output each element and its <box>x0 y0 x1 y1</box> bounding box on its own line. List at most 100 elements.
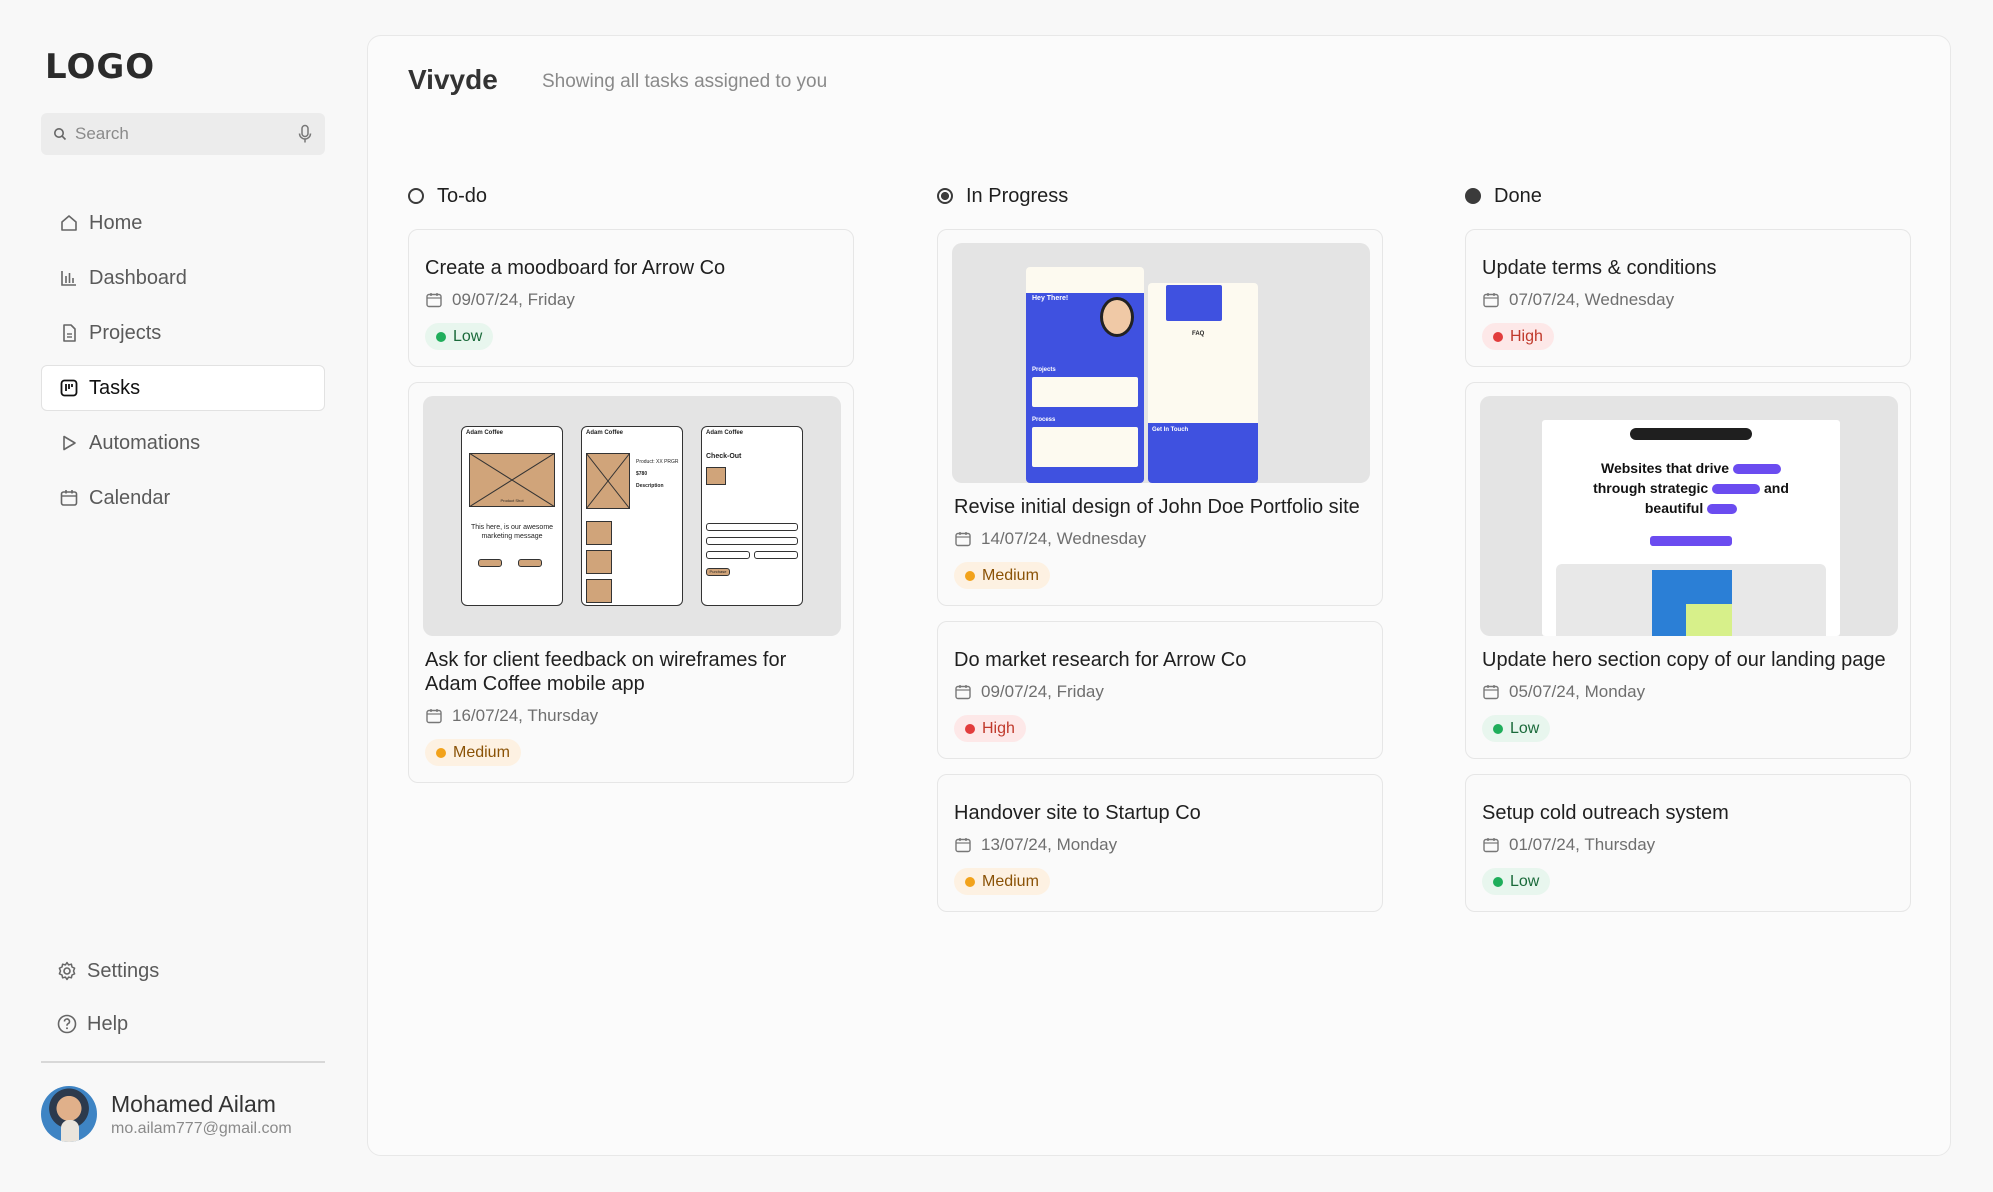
task-date-text: 01/07/24, Thursday <box>1509 835 1656 854</box>
nav-item-label: Help <box>87 1012 129 1035</box>
calendar-icon <box>426 709 442 724</box>
portfolio-project-grid <box>1032 377 1138 407</box>
wireframe-field <box>706 551 750 559</box>
task-card[interactable]: Hey There! Projects Process FAQ Get In T… <box>937 229 1383 606</box>
main-nav: Home Dashboard Projects Tasks Automation… <box>41 200 325 530</box>
task-date: 01/07/24, Thursday <box>1482 835 1894 855</box>
avatar[interactable] <box>41 1086 97 1142</box>
priority-label: Medium <box>982 872 1039 890</box>
task-date-text: 16/07/24, Thursday <box>452 706 599 725</box>
priority-badge: Low <box>1482 715 1551 742</box>
priority-dot <box>965 723 975 734</box>
landing-page-thumbnail: Websites that drive through strategic an… <box>1480 396 1898 636</box>
portfolio-section-label: FAQ <box>1192 331 1205 337</box>
wireframe-section: Description <box>636 483 664 489</box>
column-header: To-do <box>408 181 854 211</box>
task-date-text: 07/07/24, Wednesday <box>1509 290 1675 309</box>
nav-item-automations[interactable]: Automations <box>41 420 325 466</box>
wireframe-marketing-text: This here, is our awesome marketing mess… <box>470 524 554 540</box>
nav-item-dashboard[interactable]: Dashboard <box>41 255 325 301</box>
calendar-icon <box>1483 838 1499 853</box>
landing-cta <box>1650 536 1732 546</box>
portfolio-section-label: Projects <box>1032 367 1056 373</box>
task-date-text: 09/07/24, Friday <box>981 682 1104 701</box>
headline-line: Websites that drive <box>1600 460 1730 476</box>
image-placeholder <box>586 579 612 603</box>
nav-item-help[interactable]: Help <box>41 1001 325 1047</box>
task-title: Update hero section copy of our landing … <box>1482 649 1886 671</box>
task-title: Update terms & conditions <box>1482 257 1717 279</box>
nav-item-calendar[interactable]: Calendar <box>41 475 325 521</box>
task-card[interactable]: Do market research for Arrow Co 09/07/24… <box>937 621 1383 759</box>
priority-badge: Medium <box>425 739 521 766</box>
task-date-text: 13/07/24, Monday <box>981 835 1118 854</box>
task-date: 16/07/24, Thursday <box>425 706 837 726</box>
priority-label: High <box>982 719 1015 737</box>
sidebar-divider <box>41 1061 325 1063</box>
headline-line: beautiful <box>1644 500 1704 516</box>
task-card[interactable]: Adam Coffee Product Shot This here, is o… <box>408 382 854 783</box>
task-date-text: 05/07/24, Monday <box>1509 682 1646 701</box>
headline-pill <box>1707 504 1738 515</box>
nav-item-label: Automations <box>89 431 201 454</box>
task-date: 05/07/24, Monday <box>1482 682 1894 702</box>
landing-showcase <box>1556 564 1826 636</box>
portfolio-section-label: Get In Touch <box>1152 427 1189 433</box>
nav-item-tasks[interactable]: Tasks <box>41 365 325 411</box>
portfolio-page-left: Hey There! Projects Process <box>1026 267 1144 483</box>
wireframe-thumbnail: Adam Coffee Product Shot This here, is o… <box>423 396 841 636</box>
portfolio-page-right: FAQ Get In Touch <box>1148 283 1258 483</box>
task-card[interactable]: Update terms & conditions 07/07/24, Wedn… <box>1465 229 1911 367</box>
search-input[interactable] <box>75 124 297 144</box>
wireframe-heading: Check-Out <box>706 453 742 460</box>
priority-badge: High <box>1482 323 1554 350</box>
priority-badge: High <box>954 715 1026 742</box>
search-bar[interactable] <box>41 113 325 155</box>
wireframe-brand: Adam Coffee <box>466 430 504 436</box>
wireframe-button <box>478 559 502 567</box>
priority-dot <box>965 876 975 887</box>
nav-item-projects[interactable]: Projects <box>41 310 325 356</box>
nav-item-label: Dashboard <box>89 266 187 289</box>
priority-dot <box>1493 331 1503 342</box>
priority-label: High <box>1510 327 1543 345</box>
priority-badge: Medium <box>954 562 1050 589</box>
microphone-icon[interactable] <box>297 124 313 144</box>
priority-label: Low <box>1510 872 1540 890</box>
logo[interactable]: LOGO <box>45 47 155 87</box>
column-todo: To-do Create a moodboard for Arrow Co 09… <box>408 181 854 798</box>
user-profile[interactable]: Mohamed Ailam mo.ailam777@gmail.com <box>41 1085 341 1143</box>
kanban-icon <box>58 377 80 399</box>
priority-dot <box>965 570 975 581</box>
showcase-card-green <box>1686 604 1732 636</box>
task-card[interactable]: Handover site to Startup Co 13/07/24, Mo… <box>937 774 1383 912</box>
priority-label: Low <box>1510 719 1540 737</box>
user-name: Mohamed Ailam <box>111 1090 276 1117</box>
nav-item-settings[interactable]: Settings <box>41 948 325 994</box>
wireframe-brand: Adam Coffee <box>586 430 624 436</box>
column-header: In Progress <box>937 181 1383 211</box>
priority-dot <box>436 747 446 758</box>
gear-icon <box>56 960 78 982</box>
task-card[interactable]: Setup cold outreach system 01/07/24, Thu… <box>1465 774 1911 912</box>
landing-nav-pill <box>1630 428 1752 440</box>
priority-dot <box>1493 723 1503 734</box>
search-icon <box>54 128 67 141</box>
landing-page-preview: Websites that drive through strategic an… <box>1542 420 1840 636</box>
wireframe-brand: Adam Coffee <box>706 430 744 436</box>
priority-label: Low <box>453 327 483 345</box>
task-card[interactable]: Create a moodboard for Arrow Co 09/07/24… <box>408 229 854 367</box>
calendar-icon <box>955 532 971 547</box>
calendar-icon <box>1483 293 1499 308</box>
nav-item-home[interactable]: Home <box>41 200 325 246</box>
calendar-icon <box>58 487 80 509</box>
task-title: Do market research for Arrow Co <box>954 649 1247 671</box>
portfolio-thumbnail: Hey There! Projects Process FAQ Get In T… <box>952 243 1370 483</box>
calendar-icon <box>426 293 442 308</box>
wireframe-caption: Product Shot <box>500 498 524 503</box>
task-card[interactable]: Websites that drive through strategic an… <box>1465 382 1911 759</box>
headline-pill <box>1733 464 1781 475</box>
wireframe-button: Purchase <box>706 568 730 576</box>
task-title: Setup cold outreach system <box>1482 802 1729 824</box>
column-done: Done Update terms & conditions 07/07/24,… <box>1465 181 1911 927</box>
